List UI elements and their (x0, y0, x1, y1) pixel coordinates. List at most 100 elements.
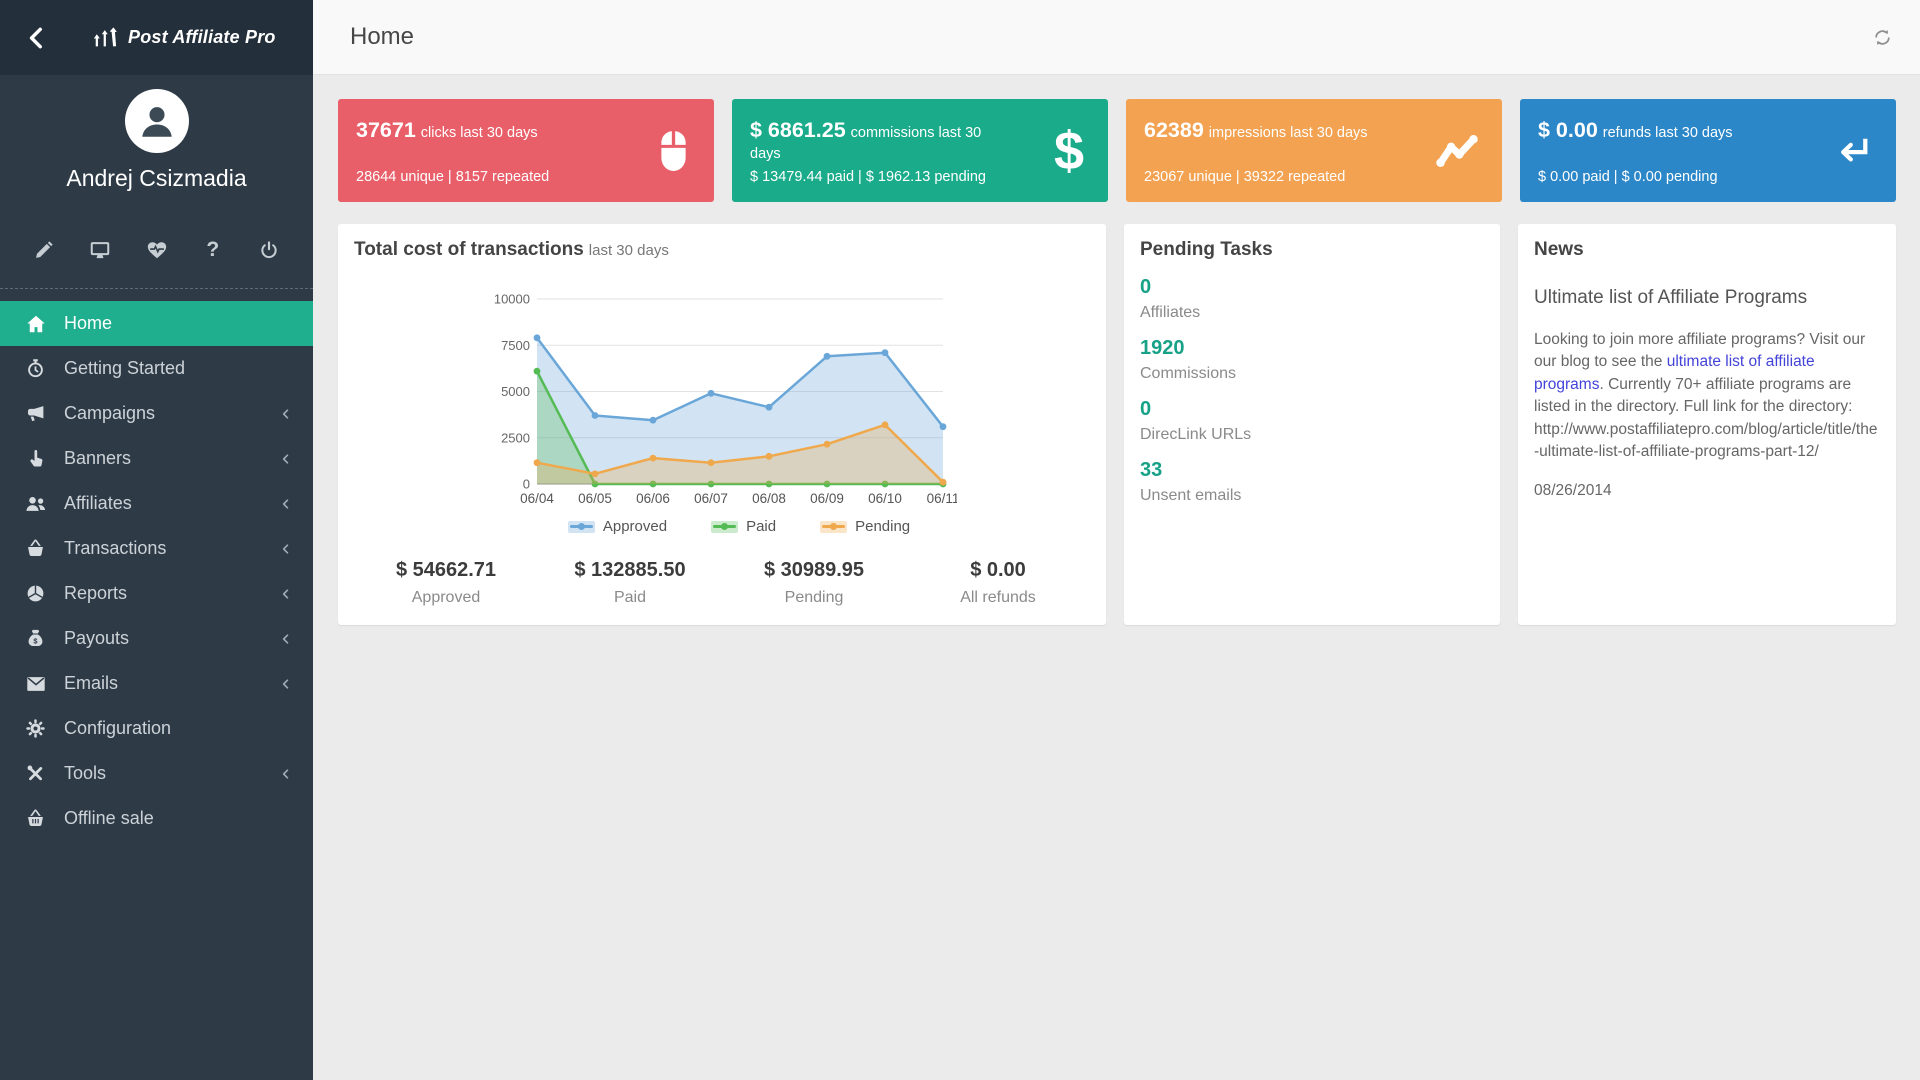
total-approved: $ 54662.71Approved (354, 559, 538, 607)
sidebar-item-banners[interactable]: Banners (0, 436, 313, 481)
commissions-subtext: $ 13479.44 paid | $ 1962.13 pending (750, 169, 986, 185)
clicks-subtext: 28644 unique | 8157 repeated (356, 169, 549, 185)
svg-text:06/08: 06/08 (752, 491, 786, 506)
stat-card-commissions[interactable]: $ 6861.25commissions last 30 days $ 1347… (732, 99, 1108, 202)
chevron-left-icon (279, 497, 293, 511)
brand-logo: Post Affiliate Pro (92, 26, 276, 50)
stat-cards-row: 37671clicks last 30 days 28644 unique | … (338, 99, 1896, 202)
svg-text:2500: 2500 (501, 430, 530, 445)
svg-text:06/07: 06/07 (694, 491, 728, 506)
news-panel: News Ultimate list of Affiliate Programs… (1518, 224, 1896, 625)
users-icon (24, 492, 47, 515)
main-area: Home 37671clicks last 30 days 28644 uniq… (313, 0, 1920, 1080)
pending-tasks-panel: Pending Tasks 0 Affiliates 1920 Commissi… (1124, 224, 1500, 625)
transactions-panel-title: Total cost of transactions (354, 239, 584, 260)
content: 37671clicks last 30 days 28644 unique | … (313, 75, 1920, 625)
offline-basket-icon (24, 807, 47, 830)
chevron-left-icon (279, 542, 293, 556)
pending-tasks-title: Pending Tasks (1140, 239, 1484, 261)
svg-text:06/05: 06/05 (578, 491, 612, 506)
money-bag-icon: $ (24, 627, 47, 650)
chevron-left-icon (279, 767, 293, 781)
sidebar-item-transactions[interactable]: Transactions (0, 526, 313, 571)
transactions-chart: 02500500075001000006/0406/0506/0606/0706… (354, 289, 1090, 514)
svg-text:06/04: 06/04 (520, 491, 554, 506)
power-icon[interactable] (257, 238, 281, 262)
envelope-icon (24, 672, 47, 695)
news-title: News (1534, 239, 1880, 261)
help-icon[interactable]: ? (201, 238, 225, 262)
clicks-value: 37671 (356, 118, 416, 142)
megaphone-icon (24, 402, 47, 425)
impressions-label: impressions last 30 days (1209, 125, 1368, 141)
svg-text:06/06: 06/06 (636, 491, 670, 506)
basket-icon (24, 537, 47, 560)
refunds-label: refunds last 30 days (1603, 125, 1733, 141)
chevron-left-icon (279, 587, 293, 601)
sidebar-item-campaigns[interactable]: Campaigns (0, 391, 313, 436)
avatar[interactable] (125, 89, 189, 153)
sidebar: Post Affiliate Pro Andrej Csizmadia ? (0, 0, 313, 1080)
svg-text:10000: 10000 (494, 292, 530, 307)
total-pending: $ 30989.95Pending (722, 559, 906, 607)
sidebar-item-payouts[interactable]: $ Payouts (0, 616, 313, 661)
legend-swatch-paid (711, 521, 738, 533)
pending-unsent-emails: 33 Unsent emails (1140, 459, 1484, 505)
refunds-value: $ 0.00 (1538, 118, 1598, 142)
chevron-left-icon (279, 407, 293, 421)
dollar-icon: $ (1054, 124, 1084, 178)
sidebar-item-offline-sale[interactable]: Offline sale (0, 796, 313, 841)
sidebar-header: Post Affiliate Pro (0, 0, 313, 75)
svg-text:06/10: 06/10 (868, 491, 902, 506)
trend-icon (1436, 134, 1478, 167)
gear-icon (24, 717, 47, 740)
chevron-left-icon (279, 452, 293, 466)
monitor-icon[interactable] (88, 238, 112, 262)
transactions-panel: Total cost of transactions last 30 days 0… (338, 224, 1106, 625)
stat-card-refunds[interactable]: $ 0.00 refunds last 30 days $ 0.00 paid |… (1520, 99, 1896, 202)
sidebar-menu: Home Getting Started Campaigns Banners A… (0, 289, 313, 841)
legend-swatch-approved (568, 521, 595, 533)
pending-direclink-urls: 0 DirecLink URLs (1140, 398, 1484, 444)
news-date: 08/26/2014 (1534, 482, 1880, 500)
chevron-left-icon (279, 677, 293, 691)
impressions-subtext: 23067 unique | 39322 repeated (1144, 169, 1345, 185)
app-root: Post Affiliate Pro Andrej Csizmadia ? (0, 0, 1920, 1080)
user-profile: Andrej Csizmadia ? (0, 75, 313, 262)
pending-affiliates: 0 Affiliates (1140, 276, 1484, 322)
legend-pending: Pending (820, 518, 910, 535)
impressions-value: 62389 (1144, 118, 1204, 142)
stopwatch-icon (24, 357, 47, 380)
svg-text:06/09: 06/09 (810, 491, 844, 506)
transactions-panel-subtitle: last 30 days (589, 242, 669, 259)
sidebar-item-configuration[interactable]: Configuration (0, 706, 313, 751)
page-title: Home (350, 23, 414, 51)
pending-commissions: 1920 Commissions (1140, 337, 1484, 383)
topbar: Home (313, 0, 1920, 75)
brand-name: Post Affiliate Pro (128, 27, 276, 48)
refunds-subtext: $ 0.00 paid | $ 0.00 pending (1538, 169, 1718, 185)
stat-card-clicks[interactable]: 37671clicks last 30 days 28644 unique | … (338, 99, 714, 202)
sidebar-item-reports[interactable]: Reports (0, 571, 313, 616)
collapse-sidebar-button[interactable] (24, 25, 50, 51)
sidebar-item-home[interactable]: Home (0, 301, 313, 346)
svg-text:06/11: 06/11 (927, 491, 957, 506)
home-icon (24, 312, 47, 335)
svg-text:7500: 7500 (501, 338, 530, 353)
panels-row: Total cost of transactions last 30 days 0… (338, 224, 1896, 625)
stat-card-impressions[interactable]: 62389 impressions last 30 days 23067 uniq… (1126, 99, 1502, 202)
refresh-icon[interactable] (1873, 28, 1892, 47)
sidebar-item-emails[interactable]: Emails (0, 661, 313, 706)
legend-swatch-pending (820, 521, 847, 533)
sidebar-item-affiliates[interactable]: Affiliates (0, 481, 313, 526)
edit-icon[interactable] (32, 238, 56, 262)
commissions-value: $ 6861.25 (750, 118, 846, 142)
svg-text:5000: 5000 (501, 384, 530, 399)
chart-legend: Approved Paid Pending (388, 518, 1090, 535)
legend-paid: Paid (711, 518, 776, 535)
sidebar-item-tools[interactable]: Tools (0, 751, 313, 796)
sidebar-item-getting-started[interactable]: Getting Started (0, 346, 313, 391)
return-icon (1834, 134, 1872, 168)
heartbeat-icon[interactable] (145, 238, 169, 262)
chevron-left-icon (279, 632, 293, 646)
